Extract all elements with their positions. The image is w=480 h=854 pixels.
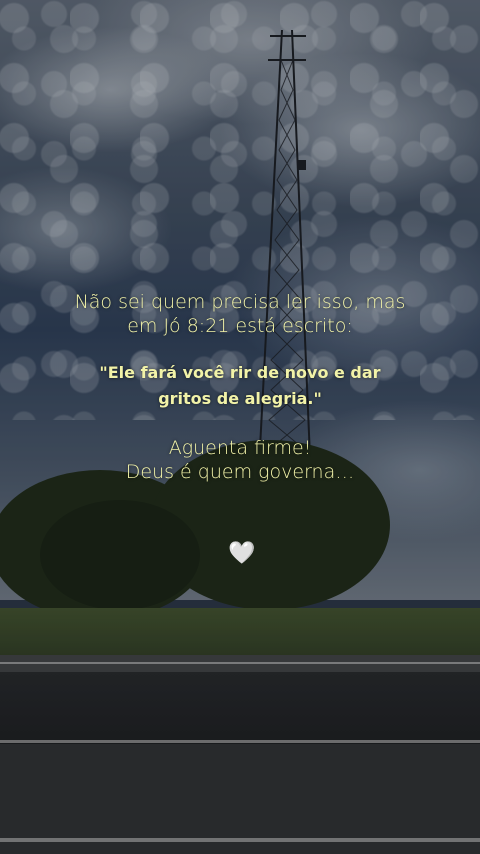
intro-text: Não sei quem precisa ler isso, mas em Jó…	[0, 290, 480, 338]
closing-line-2: Deus é quem governa…	[125, 461, 355, 483]
intro-line-2: em Jó 8:21 está escrito:	[127, 315, 353, 337]
closing-line-1: Aguenta firme!	[168, 437, 312, 459]
closing-text: Aguenta firme! Deus é quem governa…	[0, 436, 480, 484]
intro-line-1: Não sei quem precisa ler isso, mas	[74, 291, 406, 313]
bible-quote: "Ele fará você rir de novo e dar gritos …	[0, 360, 480, 412]
quote-line-1: "Ele fará você rir de novo e dar	[99, 363, 381, 382]
caption: Não sei quem precisa ler isso, mas em Jó…	[0, 290, 480, 484]
quote-line-2: gritos de alegria."	[158, 389, 322, 408]
white-heart-icon: 🤍	[228, 541, 256, 566]
